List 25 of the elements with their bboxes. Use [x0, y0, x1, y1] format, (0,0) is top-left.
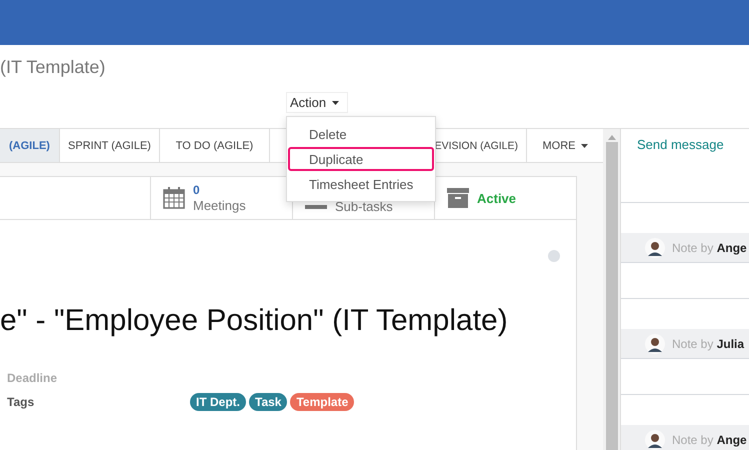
archive-icon	[447, 188, 469, 208]
status-dot[interactable]	[548, 250, 560, 262]
scroll-up-icon[interactable]	[608, 135, 616, 140]
avatar-icon	[645, 238, 665, 258]
more-button[interactable]: MORE	[527, 129, 603, 162]
menu-item[interactable]: Duplicate	[288, 147, 434, 171]
action-button[interactable]: Action	[286, 92, 348, 113]
breadcrumb[interactable]: (IT Template)	[0, 57, 749, 79]
field-label: Tags	[7, 395, 36, 409]
caret-icon	[580, 144, 588, 148]
tag[interactable]: IT Dept.	[190, 393, 246, 411]
scrollbar[interactable]	[603, 129, 620, 450]
field-label: Deadline	[7, 371, 58, 385]
note-author: Note by Ange	[672, 432, 747, 446]
task-title: e" - "Employee Position" (IT Template)	[0, 304, 509, 338]
tag[interactable]: Task	[249, 393, 288, 411]
stage-tab[interactable]: (AGILE)	[0, 129, 60, 162]
menu-item[interactable]: Delete	[288, 122, 434, 146]
calendar-icon	[163, 187, 185, 209]
avatar-icon	[645, 334, 665, 354]
task-icon	[305, 205, 327, 209]
tag[interactable]: Template	[290, 393, 354, 411]
note-author: Note by Julia	[672, 336, 744, 350]
note-author: Note by Ange	[672, 240, 747, 254]
caret-icon	[332, 100, 340, 104]
